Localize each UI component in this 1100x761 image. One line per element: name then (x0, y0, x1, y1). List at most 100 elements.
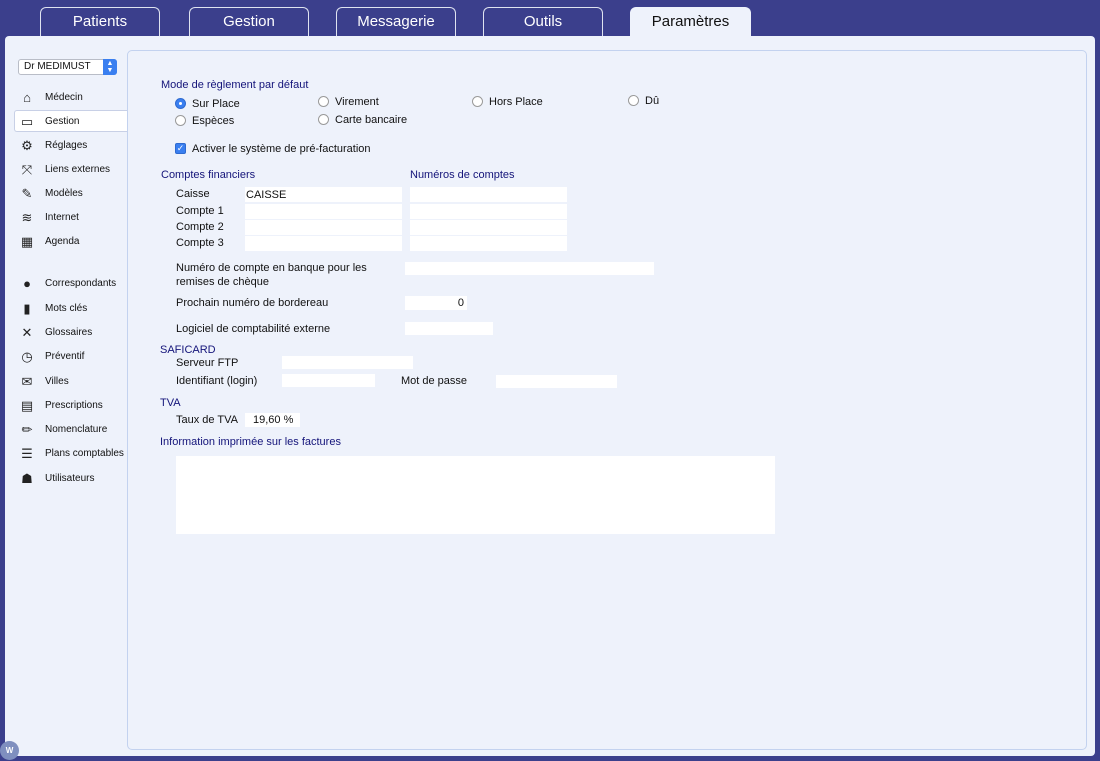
users-icon: ☗ (21, 471, 33, 486)
radio-virement[interactable] (318, 96, 329, 107)
select-arrows-icon: ▲ ▼ (103, 59, 117, 75)
main-tab-bar: Patients Gestion Messagerie Outils Param… (0, 0, 1100, 37)
radio-especes-label: Espèces (192, 115, 235, 127)
doctor-select[interactable]: Dr MEDIMUST ▲ ▼ (18, 59, 117, 75)
bar-chart-icon: ▮ (23, 301, 31, 316)
tva-title: TVA (160, 397, 181, 409)
sidebar-item-liens-externes[interactable]: ⤧ Liens externes (15, 159, 130, 181)
envelope-icon: ✉ (21, 374, 33, 389)
account-caisse-label: Caisse (176, 188, 210, 200)
edit-document-icon: ✎ (21, 186, 33, 201)
radio-hors-place-label: Hors Place (489, 96, 543, 108)
radio-du[interactable] (628, 95, 639, 106)
sidebar-item-mots-cles[interactable]: ▮ Mots clés (15, 298, 130, 320)
bank-account-input[interactable] (405, 262, 654, 275)
clock-icon: ◷ (21, 349, 33, 364)
sidebar-item-plans-comptables[interactable]: ☰ Plans comptables (15, 443, 130, 465)
sidebar-item-glossaires[interactable]: ✕ Glossaires (15, 322, 130, 344)
settings-form: Mode de règlement par défaut Sur Place V… (127, 50, 1087, 750)
password-label: Mot de passe (401, 375, 468, 387)
sidebar-item-nomenclature[interactable]: ✏ Nomenclature (15, 419, 130, 441)
account-numbers-title: Numéros de comptes (410, 169, 515, 181)
sidebar-item-preventif[interactable]: ◷ Préventif (15, 346, 130, 368)
list-icon: ☰ (21, 446, 33, 461)
gear-icon: ⚙ (21, 138, 33, 153)
main-panel: Dr MEDIMUST ▲ ▼ ⌂ Médecin ▭ Gestion ⚙ Rég… (5, 36, 1095, 756)
inbox-tray-icon: ▭ (20, 114, 34, 129)
invoice-info-title: Information imprimée sur les factures (160, 436, 341, 448)
wifi-icon: ≋ (21, 210, 33, 225)
sidebar-item-prescriptions[interactable]: ▤ Prescriptions (15, 395, 130, 417)
radio-sur-place-label: Sur Place (192, 98, 240, 110)
invoice-info-textarea[interactable] (176, 456, 775, 534)
app-badge-icon: W (0, 741, 19, 760)
tva-rate-input[interactable] (245, 413, 300, 427)
login-input[interactable] (282, 374, 375, 387)
sidebar-item-label: Nomenclature (45, 424, 108, 435)
external-software-label: Logiciel de comptabilité externe (176, 323, 331, 335)
tab-outils[interactable]: Outils (483, 7, 603, 36)
ftp-server-input[interactable] (282, 356, 413, 369)
next-slip-input[interactable] (405, 296, 467, 310)
payment-mode-title: Mode de règlement par défaut (161, 79, 309, 91)
sidebar-item-label: Villes (45, 376, 69, 387)
tab-parametres[interactable]: Paramètres (630, 7, 751, 37)
tab-messagerie[interactable]: Messagerie (336, 7, 456, 36)
next-slip-label: Prochain numéro de bordereau (176, 297, 329, 309)
tva-rate-label: Taux de TVA (176, 414, 238, 426)
expand-arrows-icon: ⤧ (21, 162, 33, 177)
account-2-name-input[interactable] (245, 220, 402, 235)
saficard-title: SAFICARD (160, 344, 216, 356)
financial-accounts-title: Comptes financiers (161, 169, 256, 181)
sidebar-item-label: Glossaires (45, 327, 93, 338)
pencil-icon: ✏ (21, 422, 33, 437)
bank-account-label-line1: Numéro de compte en banque pour les (176, 262, 367, 274)
tab-patients[interactable]: Patients (40, 7, 160, 36)
account-2-label: Compte 2 (176, 221, 224, 233)
sidebar-item-internet[interactable]: ≋ Internet (15, 207, 130, 229)
sidebar-item-agenda[interactable]: ▦ Agenda (15, 231, 130, 253)
ftp-server-label: Serveur FTP (176, 357, 239, 369)
prebilling-checkbox[interactable]: ✓ (175, 143, 186, 154)
radio-sur-place[interactable] (175, 98, 186, 109)
password-input[interactable] (496, 375, 617, 388)
sidebar-item-gestion[interactable]: ▭ Gestion (14, 110, 128, 132)
sidebar-item-label: Utilisateurs (45, 473, 95, 484)
sidebar-item-label: Plans comptables (45, 448, 124, 459)
radio-du-label: Dû (645, 95, 660, 107)
sidebar-item-medecin[interactable]: ⌂ Médecin (15, 87, 130, 109)
sidebar-item-villes[interactable]: ✉ Villes (15, 371, 130, 393)
account-1-number-input[interactable] (410, 204, 567, 219)
sidebar-item-correspondants[interactable]: ● Correspondants (15, 273, 130, 295)
sidebar-item-label: Internet (45, 212, 79, 223)
account-caisse-name-input[interactable] (245, 187, 402, 202)
calendar-icon: ▦ (20, 234, 34, 249)
account-1-name-input[interactable] (245, 204, 402, 219)
radio-carte-bancaire[interactable] (318, 114, 329, 125)
sidebar-item-label: Médecin (45, 92, 83, 103)
tab-gestion[interactable]: Gestion (189, 7, 309, 36)
sidebar-item-label: Correspondants (45, 278, 117, 289)
radio-carte-bancaire-label: Carte bancaire (335, 114, 408, 126)
sidebar: Dr MEDIMUST ▲ ▼ ⌂ Médecin ▭ Gestion ⚙ Rég… (5, 36, 130, 756)
external-software-input[interactable] (405, 322, 493, 335)
radio-virement-label: Virement (335, 96, 379, 108)
account-2-number-input[interactable] (410, 220, 567, 235)
radio-hors-place[interactable] (472, 96, 483, 107)
account-caisse-number-input[interactable] (410, 187, 567, 202)
sidebar-item-label: Réglages (45, 140, 88, 151)
sidebar-item-label: Prescriptions (45, 400, 103, 411)
sidebar-item-reglages[interactable]: ⚙ Réglages (15, 135, 130, 157)
sidebar-item-label: Agenda (45, 236, 80, 247)
list-document-icon: ▤ (20, 398, 34, 413)
sidebar-item-modeles[interactable]: ✎ Modèles (15, 183, 130, 205)
account-3-name-input[interactable] (245, 236, 402, 251)
account-3-number-input[interactable] (410, 236, 567, 251)
radio-especes[interactable] (175, 115, 186, 126)
sidebar-item-label: Mots clés (45, 303, 88, 314)
sidebar-item-utilisateurs[interactable]: ☗ Utilisateurs (15, 468, 130, 490)
sidebar-item-label: Gestion (45, 116, 80, 127)
doctor-select-value: Dr MEDIMUST (24, 61, 91, 72)
house-icon: ⌂ (23, 90, 31, 105)
person-icon: ● (23, 276, 31, 291)
